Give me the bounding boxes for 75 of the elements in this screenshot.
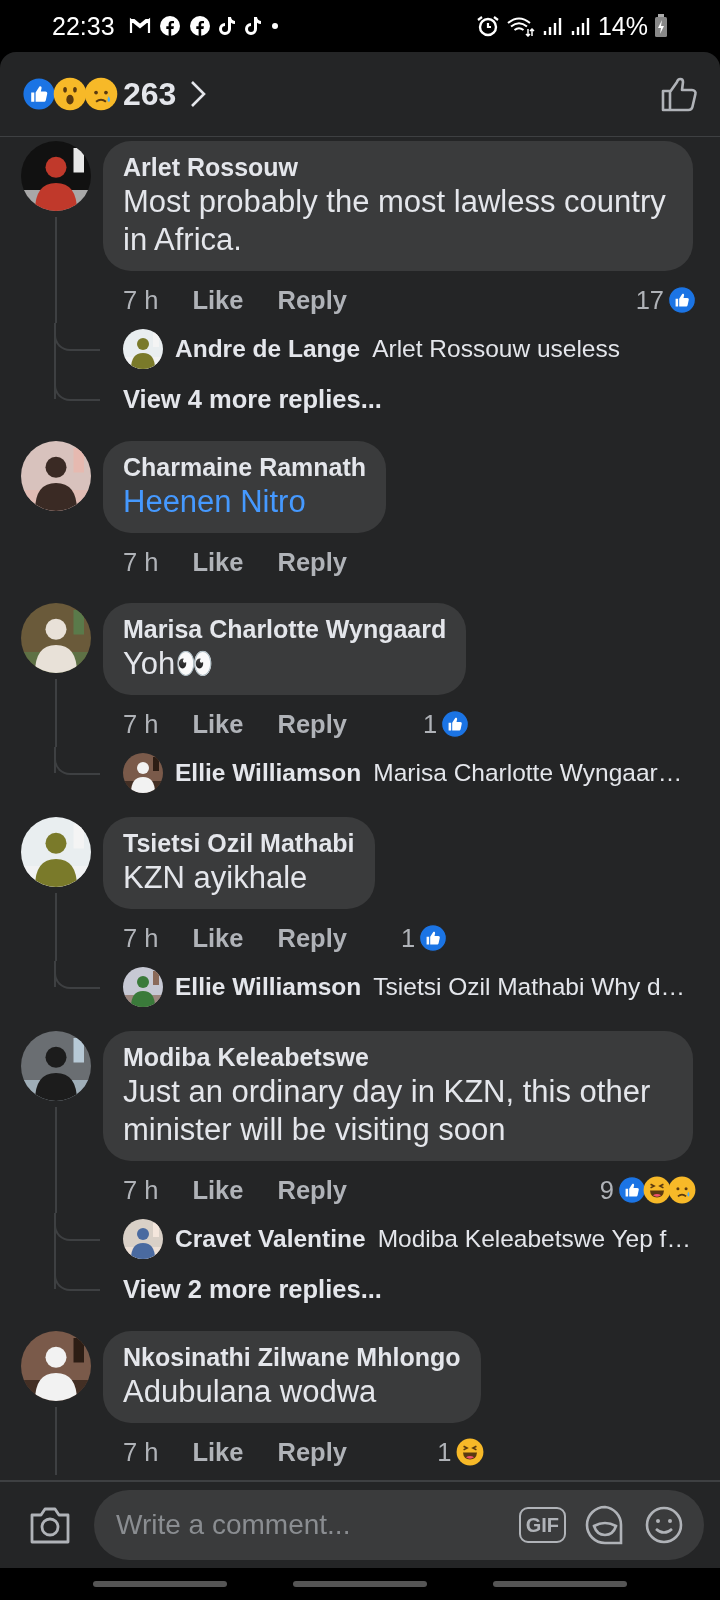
comment-time: 7 h <box>123 1175 159 1205</box>
like-link[interactable]: Like <box>192 1437 244 1467</box>
battery-charging-icon <box>654 14 668 38</box>
comment-author[interactable]: Tsietsi Ozil Mathabi <box>123 827 355 859</box>
reply-link[interactable]: Reply <box>277 709 347 739</box>
reply-text: Arlet Rossouw useless <box>372 335 620 363</box>
thumbs-up-icon[interactable] <box>660 75 698 113</box>
tiktok-icon <box>244 16 263 36</box>
comment-text: Yoh👀 <box>123 645 216 683</box>
comment-author[interactable]: Charmaine Ramnath <box>123 451 367 483</box>
reply-text: Tsietsi Ozil Mathabi Why d… <box>373 973 686 1001</box>
comment-text: Just an ordinary day in KZN, this other minister will be visiting soon <box>123 1073 652 1149</box>
crying-face-icon <box>84 77 118 111</box>
comment-author[interactable]: Nkosinathi Zilwane Mhlongo <box>123 1341 461 1373</box>
reaction-count: 1 <box>400 923 416 953</box>
reply-author[interactable]: Ellie Williamson <box>175 973 362 1001</box>
reply-link[interactable]: Reply <box>277 547 347 577</box>
facebook-icon <box>158 15 181 37</box>
surprised-face-icon <box>53 77 87 111</box>
view-more-replies-link[interactable]: View 4 more replies... <box>123 384 382 414</box>
comment-author[interactable]: Marisa Charlotte Wyngaard <box>123 613 447 645</box>
signal-icon <box>541 15 564 37</box>
reply-text: Modiba Keleabetswe Yep f… <box>377 1225 691 1253</box>
emoji-icon[interactable] <box>644 1505 684 1545</box>
thumbs-up-icon <box>419 924 448 952</box>
reply-link[interactable]: Reply <box>277 1437 347 1467</box>
comment-time: 7 h <box>123 709 159 739</box>
reply-link[interactable]: Reply <box>277 1175 347 1205</box>
status-time: 22:33 <box>52 11 115 41</box>
thumbs-up-icon <box>22 77 56 111</box>
comment-author[interactable]: Modiba Keleabetswe <box>123 1041 673 1073</box>
mention-link[interactable]: Heenen Nitro <box>123 483 367 521</box>
reaction-total[interactable]: 263 <box>123 75 177 113</box>
like-link[interactable]: Like <box>192 709 244 739</box>
alarm-icon <box>475 14 500 38</box>
reaction-count: 1 <box>437 1437 452 1467</box>
facebook-icon <box>188 15 211 37</box>
thumbs-up-icon <box>441 710 470 738</box>
comment-time: 7 h <box>123 1437 159 1467</box>
reply-author[interactable]: Cravet Valentine <box>175 1225 366 1253</box>
tiktok-icon <box>218 16 237 36</box>
crying-face-icon <box>668 1176 696 1204</box>
reaction-count: 9 <box>599 1175 614 1205</box>
dot-icon <box>270 22 279 30</box>
like-link[interactable]: Like <box>192 547 244 577</box>
reply-author[interactable]: Andre de Lange <box>175 335 361 363</box>
gif-button[interactable]: GIF <box>518 1507 566 1543</box>
view-more-replies-link[interactable]: View 2 more replies... <box>123 1274 382 1304</box>
reply-link[interactable]: Reply <box>277 285 347 315</box>
reaction-count: 17 <box>635 285 664 315</box>
like-link[interactable]: Like <box>192 285 244 315</box>
comment-text: Most probably the most lawless country in Africa. <box>123 183 667 259</box>
reply-link[interactable]: Reply <box>277 923 347 953</box>
mail-icon <box>128 17 151 35</box>
reaction-count: 1 <box>423 709 438 739</box>
like-link[interactable]: Like <box>192 923 244 953</box>
camera-icon[interactable] <box>28 1505 72 1545</box>
comment-author[interactable]: Arlet Rossouw <box>123 151 673 183</box>
laughing-face-icon <box>455 1438 484 1466</box>
reply-author[interactable]: Ellie Williamson <box>175 759 362 787</box>
comment-time: 7 h <box>123 923 159 953</box>
comment-input[interactable]: Write a comment... GIF <box>94 1490 704 1560</box>
wifi-icon <box>505 15 536 37</box>
comment-text: Adubulana wodwa <box>123 1373 378 1411</box>
laughing-face-icon <box>643 1176 671 1204</box>
comment-text: KZN ayikhale <box>123 859 309 897</box>
chevron-right-icon[interactable] <box>190 80 207 108</box>
comment-time: 7 h <box>123 285 159 315</box>
like-link[interactable]: Like <box>192 1175 244 1205</box>
thumbs-up-icon <box>668 286 696 314</box>
thumbs-up-icon <box>618 1176 646 1204</box>
signal-icon <box>569 15 592 37</box>
comment-time: 7 h <box>123 547 159 577</box>
reply-text: Marisa Charlotte Wyngaar… <box>373 759 683 787</box>
battery-percent: 14% <box>597 11 648 41</box>
